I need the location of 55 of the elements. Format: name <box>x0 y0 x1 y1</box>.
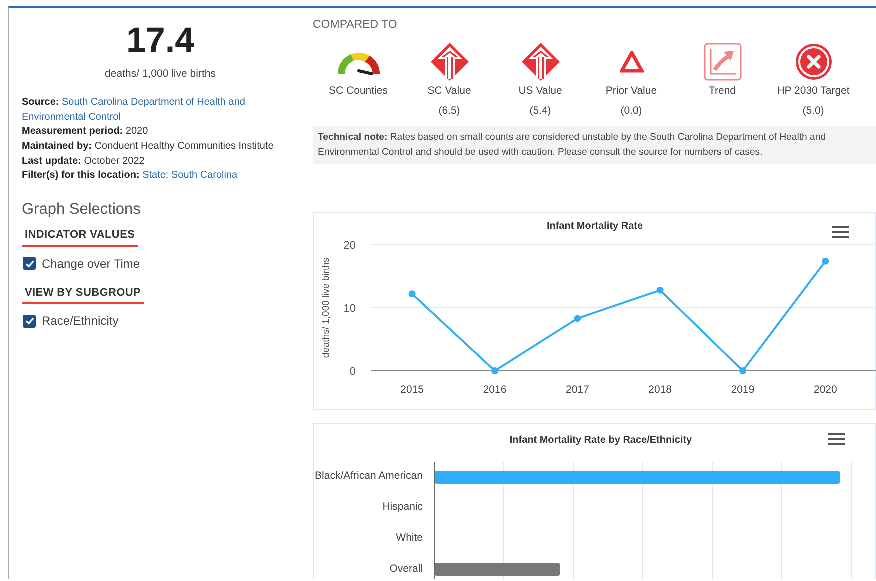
axis-tick-label: 2019 <box>731 384 755 396</box>
group-heading: VIEW BY SUBGROUP <box>22 284 144 304</box>
section-heading: COMPARED TO <box>313 18 398 33</box>
axis-tick-label: 2016 <box>483 384 507 396</box>
technical-note: Technical note: Rates based on small counts are considered unstable by the South Carolina Department of Health and Environmental Control and should be used with caution. Please consult the source for numbers of cases. <box>313 126 876 164</box>
unit-label: deaths/ 1,000 live births <box>104 66 217 82</box>
meta-line: Maintained by: Conduent Healthy Communities Institute <box>22 140 275 154</box>
axis-tick-label: 2017 <box>566 384 590 396</box>
axis-tick-label: 0 <box>350 366 356 378</box>
comparison-label: Trend <box>708 84 736 100</box>
comparison-value: (5.4) <box>530 104 552 119</box>
chart-title: Infant Mortality Rate <box>546 220 644 232</box>
comparison-label: SC Counties <box>329 84 388 100</box>
group-heading: INDICATOR VALUES <box>22 227 138 247</box>
diamond-arrow-up-icon <box>520 42 560 82</box>
menu-icon[interactable] <box>832 226 849 238</box>
comparison-label: US Value <box>518 84 562 100</box>
axis-tick-label: 2020 <box>814 384 838 396</box>
checkbox[interactable] <box>23 257 36 270</box>
axis-tick-label: 10 <box>344 302 356 315</box>
axis-tick-label: 2018 <box>648 384 672 396</box>
comparison-label: SC Value <box>428 84 472 100</box>
indicator-value: 17.4 <box>125 22 196 60</box>
section-title: Graph Selections <box>22 200 142 220</box>
data-point <box>740 367 746 374</box>
option-label[interactable]: Change over Time <box>42 254 140 273</box>
chart-title: Infant Mortality Rate by Race/Ethnicity <box>508 434 694 448</box>
meta-line: Last update: October 2022 <box>22 154 146 169</box>
category-label: Black/African American <box>314 469 424 484</box>
cross-circle-icon <box>794 43 832 82</box>
comparison-label: HP 2030 Target <box>777 84 850 100</box>
data-point <box>574 314 582 322</box>
axis-tick-label: 20 <box>344 240 356 252</box>
data-point <box>822 258 830 265</box>
meta-line: Filter(s) for this location: State: South Carolina <box>22 169 239 184</box>
category-label: White <box>395 530 424 546</box>
triangle-icon <box>620 51 644 74</box>
axis-title: deaths/ 1,000 live births <box>321 258 332 358</box>
data-point <box>408 290 416 298</box>
comparison-value: (6.5) <box>438 104 460 119</box>
comparison-value: (0.0) <box>620 104 642 119</box>
diamond-arrow-up-icon <box>430 42 470 82</box>
axis-tick-label: 2015 <box>400 384 424 396</box>
category-label: Hispanic <box>382 500 424 516</box>
comparison-value: (5.0) <box>802 104 824 119</box>
menu-icon[interactable] <box>828 432 845 446</box>
data-point <box>492 367 498 374</box>
trend-chart-icon <box>704 43 742 82</box>
checkbox[interactable] <box>23 314 36 328</box>
meta-line: Measurement period: 2020 <box>22 125 150 140</box>
option-label[interactable]: Race/Ethnicity <box>42 312 119 330</box>
comparison-label: Prior Value <box>606 84 658 100</box>
data-point <box>656 286 664 294</box>
category-label: Overall <box>388 562 424 577</box>
meta-line: Source: South Carolina Department of Health and Environmental Control <box>22 96 246 125</box>
